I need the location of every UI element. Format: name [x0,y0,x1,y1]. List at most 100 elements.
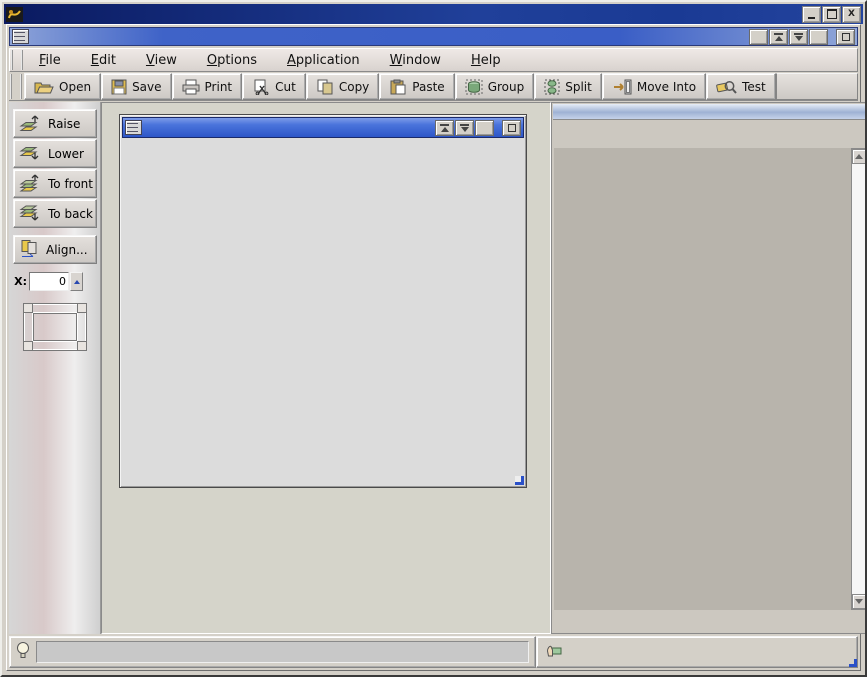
toolbar-button-label: Open [59,80,91,94]
selection-panel [536,636,858,668]
menu-item-accel: O [207,53,217,68]
phab-application-window: X File Edit View Options Application Window He… [0,0,867,677]
toolbar-button-label: Cut [275,80,296,94]
close-button[interactable]: X [842,6,861,23]
toolbar-button-label: Copy [339,80,369,94]
menu-item-accel: F [39,53,46,68]
base-module-window[interactable] [119,114,527,488]
test-icon [716,79,737,95]
align-button[interactable]: Align... [13,235,97,264]
cut-icon [252,79,270,95]
geometry-panel: X: [11,270,98,293]
toolbar-button-label: Group [488,80,525,94]
to-front-button[interactable]: To front [13,169,97,198]
toolbar-save-button[interactable]: Save [101,73,171,100]
to-back-button[interactable]: To back [13,199,97,228]
module-restore-button[interactable] [475,120,494,136]
module-close-button[interactable] [502,120,521,136]
x-field[interactable] [29,272,69,291]
raise-icon [19,113,44,135]
menubar-grip[interactable] [11,50,23,70]
toolbar-button-label: Save [132,80,161,94]
menubar: File Edit View Options Application Window Help [9,48,858,72]
menu-item-file[interactable]: File [35,51,65,70]
bulb-icon [16,641,30,664]
toolbar-print-button[interactable]: Print [172,73,243,100]
widget-palette [551,102,867,634]
window-resize-corner[interactable] [849,659,857,667]
window-menu-icon[interactable] [12,29,29,44]
maximize-button[interactable] [822,6,841,23]
toolbar-split-button[interactable]: Split [534,73,602,100]
lower-button[interactable]: Lower [13,139,97,168]
geometry-row-x: X: [11,270,98,293]
menu-item-accel: E [91,53,99,68]
menu-item-accel: A [287,53,296,68]
statusbar [9,636,858,668]
minimize-button[interactable] [802,6,821,23]
toolbar-filler [776,73,858,100]
menu-item-accel: V [146,53,155,68]
menu-item-edit[interactable]: Edit [87,51,120,70]
toolbar-move-into-button[interactable]: Move Into [602,73,706,100]
base-module-titlebar[interactable] [122,117,524,138]
toolbar-button-label: Move Into [637,80,696,94]
zoom-button[interactable] [789,29,808,45]
toolbar-grip[interactable] [10,74,22,99]
menu-item-view[interactable]: View [142,51,181,70]
toolbar-button-label: Split [565,80,592,94]
hint-field [36,641,529,663]
toolbar-button-label: Test [742,80,766,94]
hint-panel [9,636,536,668]
menu-item-help[interactable]: Help [467,51,505,70]
module-zoom-button[interactable] [455,120,474,136]
toolbar-group-button[interactable]: Group [455,73,535,100]
collapse-button[interactable] [769,29,788,45]
x-spinner[interactable] [70,272,83,291]
anchor-editor[interactable] [23,303,87,351]
button-label: Align... [46,243,88,257]
toolbar-paste-button[interactable]: Paste [379,73,454,100]
button-label: Raise [48,117,80,131]
spinner-up-icon[interactable] [70,272,83,291]
lower-icon [19,143,44,165]
restore-button[interactable] [809,29,828,45]
geometry-label: X: [11,275,27,288]
move-into-icon [612,79,632,95]
open-icon [34,79,54,95]
design-canvas[interactable] [101,102,551,634]
toolbar: Open Save Print Cut Copy Paste Group Split Move … [9,73,858,101]
palette-tabs [553,120,866,148]
document-titlebar[interactable] [9,27,858,46]
palette-scrollbar[interactable] [851,148,867,610]
workspace: Raise Lower To front To back Align... X: [9,102,858,634]
toolbar-test-button[interactable]: Test [706,73,776,100]
raise-button[interactable]: Raise [13,109,97,138]
menu-item-application[interactable]: Application [283,51,364,70]
toolbar-cut-button[interactable]: Cut [242,73,306,100]
scroll-up-button[interactable] [852,149,866,164]
menu-item-accel: W [390,53,403,68]
window-titlebar[interactable]: X [4,4,863,24]
paste-icon [389,79,407,95]
module-resize-grip[interactable] [515,476,524,485]
module-menu-icon[interactable] [125,120,142,135]
module-collapse-button[interactable] [435,120,454,136]
scroll-down-button[interactable] [852,594,866,609]
mdi-close-button[interactable] [836,29,855,45]
hand-icon [545,643,562,661]
palette-titlebar[interactable] [553,104,866,120]
split-icon [544,79,560,95]
button-label: Lower [48,147,84,161]
menu-item-options[interactable]: Options [203,51,261,70]
menu-item-accel: H [471,53,481,68]
menu-item-window[interactable]: Window [386,51,445,70]
sidebar: Raise Lower To front To back Align... X: [9,102,101,634]
group-icon [465,79,483,95]
toolbar-open-button[interactable]: Open [24,73,101,100]
toolbar-copy-button[interactable]: Copy [306,73,379,100]
button-label: To back [48,207,93,221]
phab-logo-icon [6,7,23,22]
print-icon [182,79,200,95]
help-button[interactable] [749,29,768,45]
